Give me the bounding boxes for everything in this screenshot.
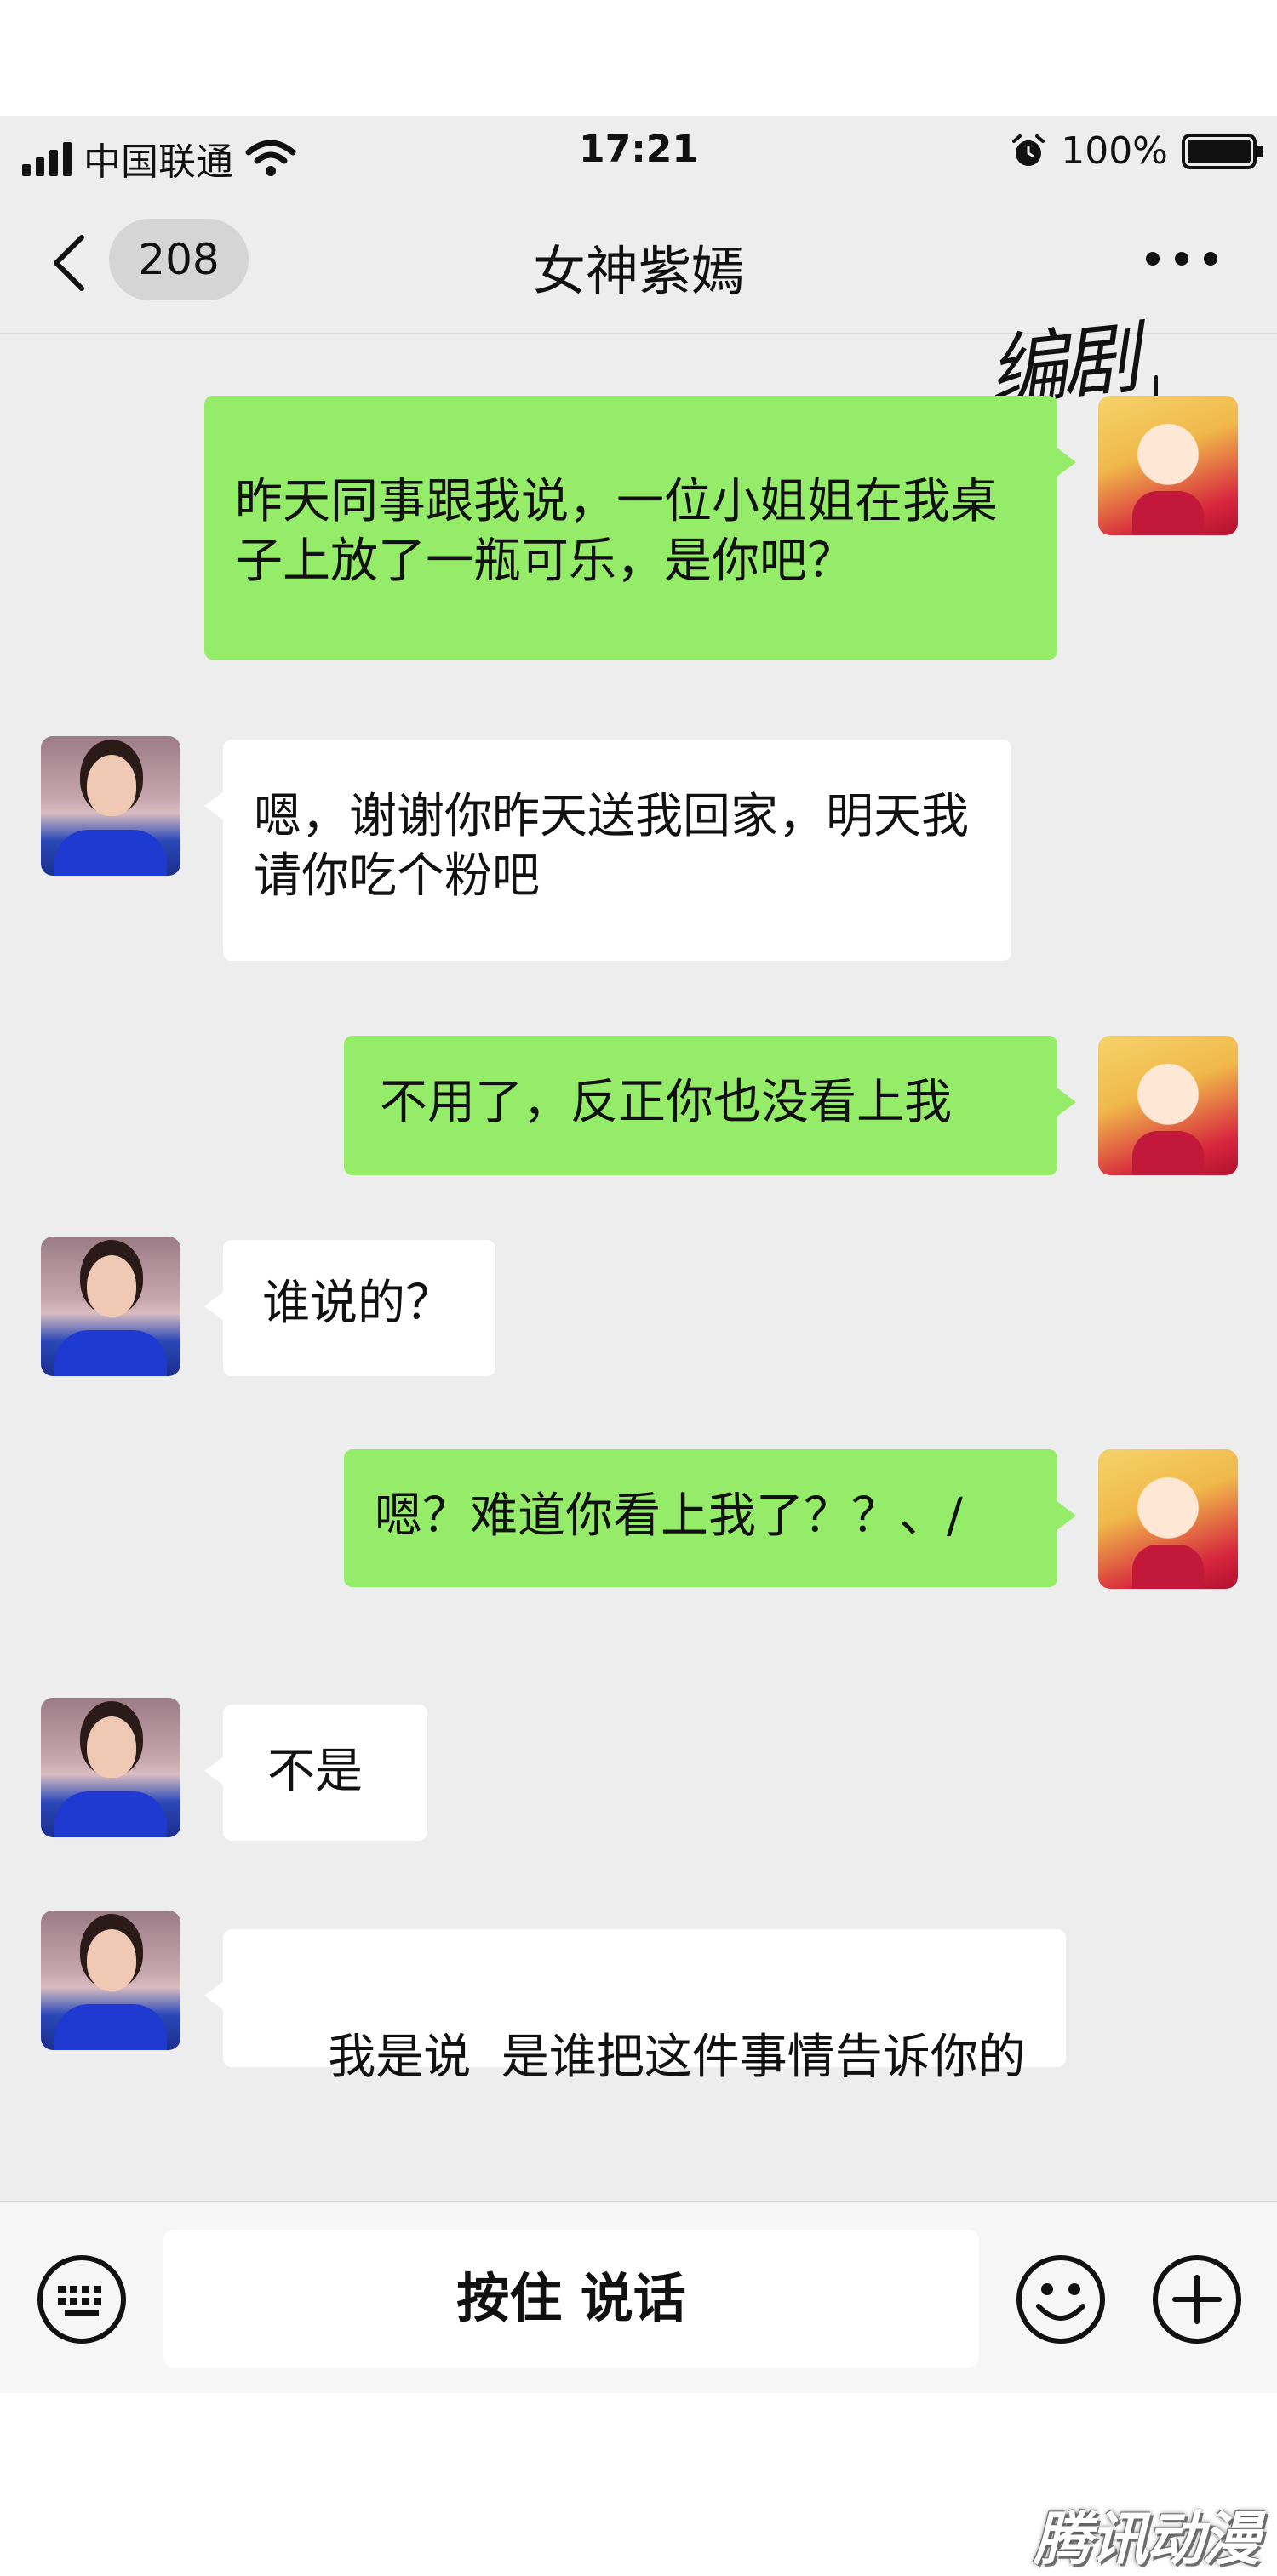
contact-avatar[interactable] xyxy=(41,736,180,876)
contact-avatar[interactable] xyxy=(41,1237,180,1376)
self-avatar[interactable] xyxy=(1098,1449,1238,1589)
message-text: 我是说 是谁把这件事情告诉你的 xyxy=(328,2030,1026,2085)
status-right: 100% xyxy=(1010,129,1263,173)
message-bubble-received[interactable]: 嗯，谢谢你昨天送我回家，明天我请你吃个粉吧 xyxy=(204,740,1011,961)
message-bubble-sent[interactable]: 昨天同事跟我说，一位小姐姐在我桌子上放了一瓶可乐，是你吧？ xyxy=(204,396,1076,660)
message-bubble-received[interactable]: 不是 xyxy=(204,1705,427,1841)
hold-to-talk-button[interactable]: 按住 说话 xyxy=(163,2230,979,2368)
battery-percentage: 100% xyxy=(1061,129,1168,173)
message-text: 昨天同事跟我说，一位小姐姐在我桌子上放了一瓶可乐，是你吧？ xyxy=(235,474,998,589)
message-bubble-sent[interactable]: 嗯？难道你看上我了？？、/ xyxy=(344,1449,1076,1587)
alarm-icon xyxy=(1012,134,1045,166)
message-text: 嗯？难道你看上我了？？、/ xyxy=(375,1488,963,1544)
chat-area[interactable]: 编剧 昨天同事跟我说，一位小姐姐在我桌子上放了一瓶可乐，是你吧？ 嗯，谢谢你昨天… xyxy=(0,312,1277,2201)
chat-title: 女神紫嫣 xyxy=(532,240,744,302)
top-margin xyxy=(0,0,1277,116)
status-bar: 中国联通 17:21 100% xyxy=(0,116,1277,194)
more-icon[interactable] xyxy=(1146,252,1217,266)
message-text: 谁说的？ xyxy=(262,1276,453,1331)
self-avatar[interactable] xyxy=(1098,1036,1238,1175)
watermark-logo: 腾讯动漫 xyxy=(1033,2506,1260,2573)
message-bubble-received[interactable]: 我是说 是谁把这件事情告诉你的 xyxy=(204,1929,1066,2085)
message-bubble-sent[interactable]: 不用了，反正你也没看上我 xyxy=(344,1036,1076,1175)
emoji-icon[interactable] xyxy=(1015,2253,1107,2345)
message-bubble-received[interactable]: 谁说的？ xyxy=(204,1240,495,1376)
self-avatar[interactable] xyxy=(1098,396,1238,535)
message-text: 不用了，反正你也没看上我 xyxy=(380,1075,952,1130)
plus-icon[interactable] xyxy=(1151,2253,1243,2345)
keyboard-icon[interactable] xyxy=(36,2253,128,2345)
message-text: 不是 xyxy=(267,1744,363,1799)
battery-icon xyxy=(1182,133,1263,169)
contact-avatar[interactable] xyxy=(41,1911,180,2050)
contact-avatar[interactable] xyxy=(41,1698,180,1837)
input-bar: 按住 说话 xyxy=(0,2201,1277,2393)
message-text: 嗯，谢谢你昨天送我回家，明天我请你吃个粉吧 xyxy=(254,789,969,904)
